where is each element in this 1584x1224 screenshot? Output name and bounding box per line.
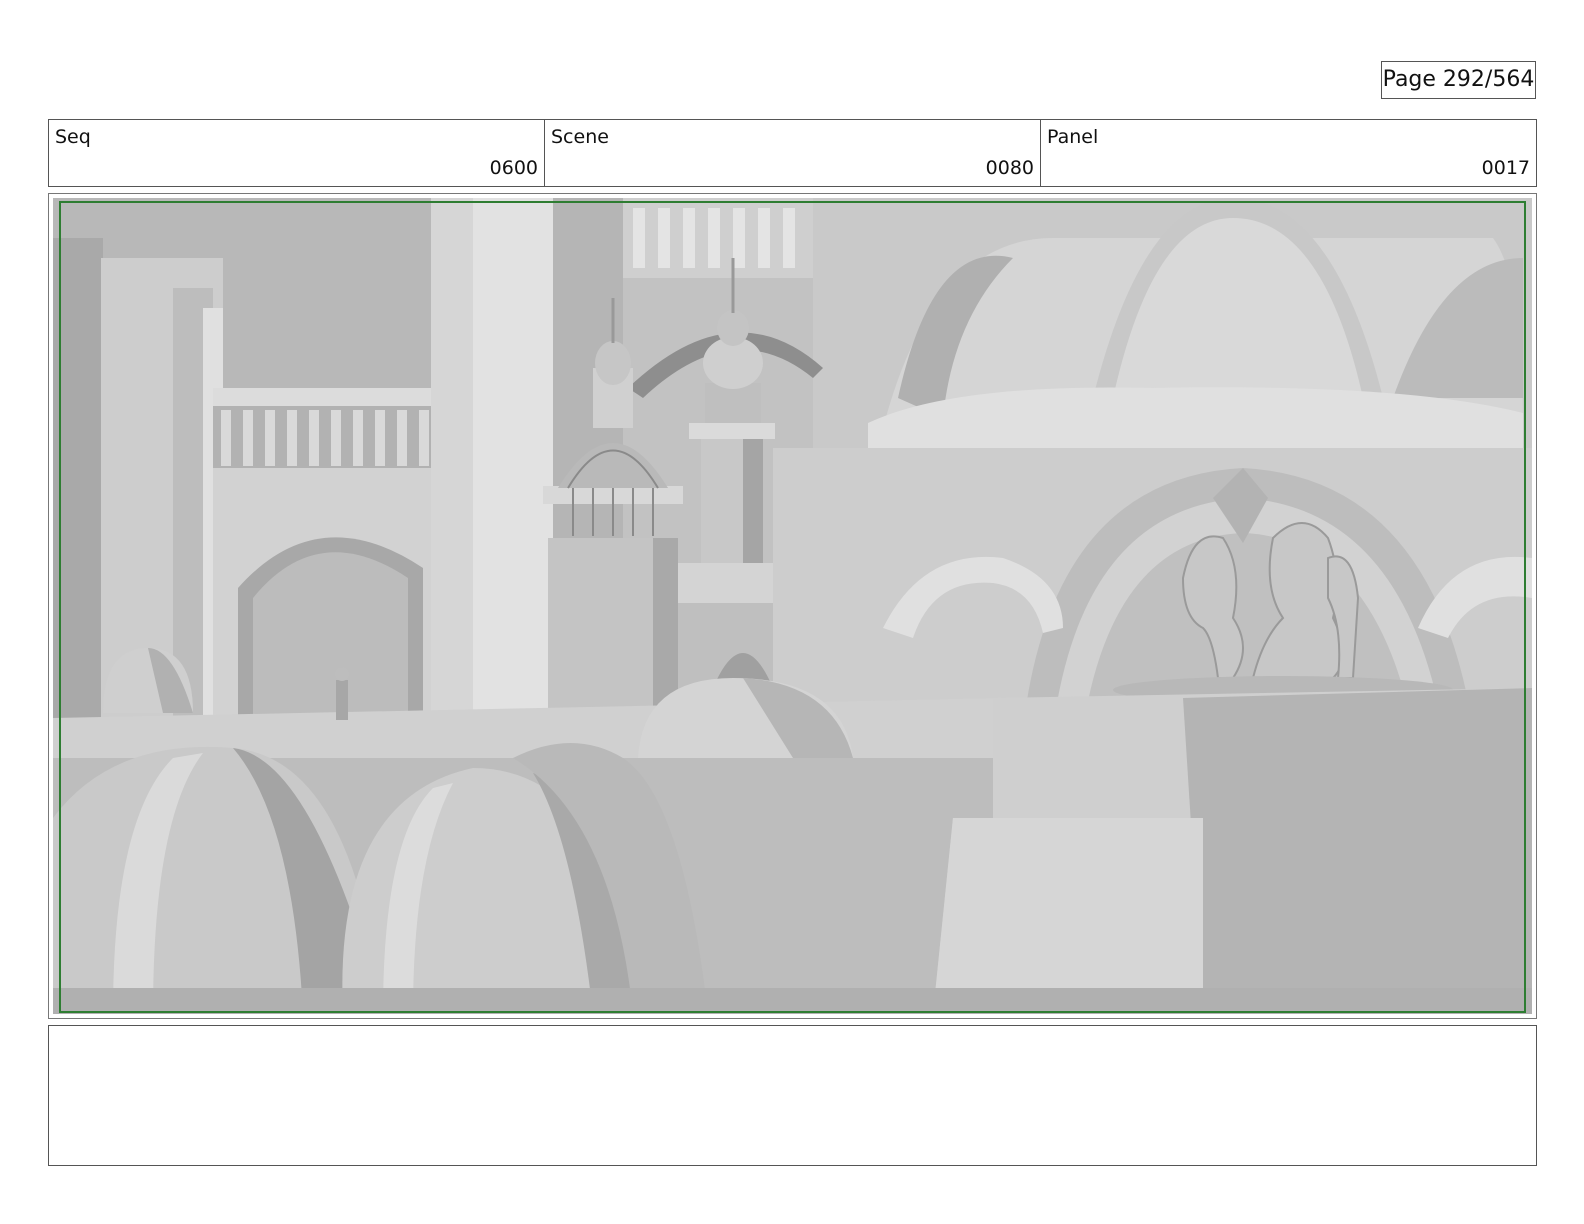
panel-notes-box[interactable] xyxy=(48,1025,1537,1166)
seq-value: 0600 xyxy=(489,157,538,179)
storyboard-panel-frame xyxy=(48,193,1537,1019)
seq-label: Seq xyxy=(55,126,91,148)
panel-cell: Panel 0017 xyxy=(1041,120,1536,186)
panel-value: 0017 xyxy=(1481,157,1530,179)
scene-value: 0080 xyxy=(985,157,1034,179)
scene-cell: Scene 0080 xyxy=(545,120,1041,186)
panel-label: Panel xyxy=(1047,126,1099,148)
shot-info-table: Seq 0600 Scene 0080 Panel 0017 xyxy=(48,119,1537,187)
scene-label: Scene xyxy=(551,126,609,148)
seq-cell: Seq 0600 xyxy=(49,120,545,186)
page-number: Page 292/564 xyxy=(1381,61,1536,99)
palace-courtyard-scene xyxy=(53,198,1532,1014)
storyboard-panel-image xyxy=(53,198,1532,1014)
